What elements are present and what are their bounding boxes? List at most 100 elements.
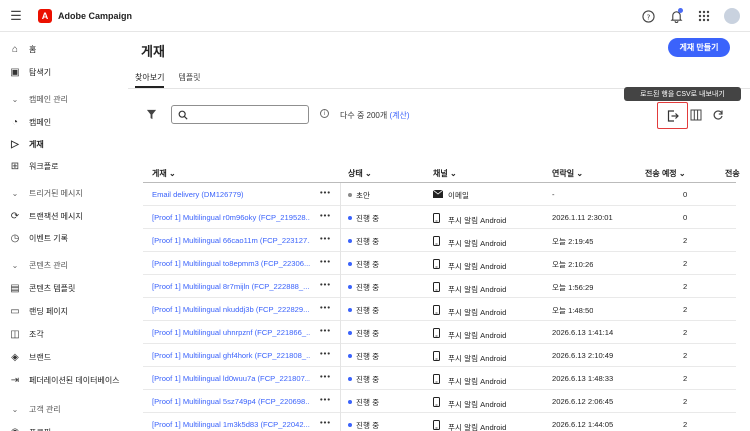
sidebar-item-label: 페더레이션된 데이터베이스 [29, 375, 120, 385]
sidebar-item-5[interactable]: ⊞ 워크플로 [0, 155, 128, 177]
table-row[interactable]: [Proof 1] Multilingual nkuddj3b (FCP_222… [143, 298, 736, 321]
delivery-name-link[interactable]: [Proof 1] Multilingual 5sz749p4 (FCP_220… [152, 397, 310, 406]
sidebar: ⌂ 홈 ▣ 탐색기 ⌄ 캠페인 관리 ◔ 캠페인 ▷ 게재 ⊞ 워크플로 ⌄ 트리거된 메시지 ⟳ 트랜잭션 … [0, 32, 128, 431]
table-row[interactable]: [Proof 1] Multilingual 5sz749p4 (FCP_220… [143, 390, 736, 413]
more-actions-icon[interactable]: ••• [320, 280, 331, 289]
sidebar-item-16[interactable]: ◉ 프로필 [0, 421, 128, 431]
search-input[interactable] [171, 105, 309, 124]
column-header-sent[interactable]: 전송 [725, 168, 740, 179]
more-actions-icon[interactable]: ••• [320, 188, 331, 197]
menu-icon[interactable]: ☰ [0, 0, 32, 32]
delivery-name-link[interactable]: [Proof 1] Multilingual uhnrpznf (FCP_221… [152, 328, 310, 337]
sidebar-item-9[interactable]: ⌄ 콘텐츠 관리 [0, 254, 128, 276]
sidebar-item-2[interactable]: ⌄ 캠페인 관리 [0, 88, 128, 110]
sidebar-item-label: 트랜잭션 메시지 [29, 211, 83, 221]
status-cell: 진행 중 [348, 305, 379, 316]
create-delivery-button[interactable]: 게재 만들기 [668, 38, 730, 57]
result-count-text: 다수 중 200개 [340, 111, 388, 120]
column-header-status[interactable]: 상태 ⌄ [348, 168, 372, 179]
column-header-delivery[interactable]: 게재 ⌄ [152, 168, 176, 179]
table-row[interactable]: [Proof 1] Multilingual 66cao11m (FCP_223… [143, 229, 736, 252]
help-icon[interactable]: ? [640, 8, 656, 24]
delivery-name-link[interactable]: Email delivery (DM126779) [152, 190, 310, 199]
delivery-name-link[interactable]: [Proof 1] Multilingual nkuddj3b (FCP_222… [152, 305, 310, 314]
avatar[interactable] [724, 8, 740, 24]
chevron-down-icon: ⌄ [11, 188, 19, 198]
column-header-contact-date[interactable]: 연락일 ⌄ [552, 168, 583, 179]
mobile-icon [433, 374, 444, 386]
delivery-icon: ▷ [11, 138, 19, 150]
table-row[interactable]: Email delivery (DM126779) ••• 초안 이메일 - 0 [143, 183, 736, 206]
table-row[interactable]: [Proof 1] Multilingual to8epmm3 (FCP_223… [143, 252, 736, 275]
brand[interactable]: A Adobe Campaign [38, 8, 132, 23]
delivery-name-link[interactable]: [Proof 1] Multilingual 1m3k5d83 (FCP_220… [152, 420, 310, 429]
column-header-to-send[interactable]: 전송 예정 ⌄ [645, 168, 686, 179]
more-actions-icon[interactable]: ••• [320, 303, 331, 312]
sidebar-item-10[interactable]: ▤ 콘텐츠 템플릿 [0, 277, 128, 299]
more-actions-icon[interactable]: ••• [320, 257, 331, 266]
refresh-icon[interactable] [712, 109, 724, 124]
column-header-channel[interactable]: 채널 ⌄ [433, 168, 457, 179]
more-actions-icon[interactable]: ••• [320, 234, 331, 243]
tab-templates[interactable]: 템플릿 [178, 72, 200, 88]
home-icon: ⌂ [11, 43, 19, 55]
sidebar-item-label: 캠페인 관리 [29, 94, 69, 104]
app-switcher-icon[interactable] [696, 8, 712, 24]
brand-icon: ◈ [11, 351, 19, 363]
top-bar: ☰ A Adobe Campaign ? [0, 0, 750, 32]
sidebar-item-13[interactable]: ◈ 브랜드 [0, 346, 128, 368]
tabs: 찾아보기 템플릿 [135, 72, 201, 88]
delivery-name-link[interactable]: [Proof 1] Multilingual 8r7mijln (FCP_222… [152, 282, 310, 291]
table-row[interactable]: [Proof 1] Multilingual r0m96oky (FCP_219… [143, 206, 736, 229]
sidebar-item-4[interactable]: ▷ 게재 [0, 133, 128, 155]
to-send-count: 2 [683, 305, 688, 314]
more-actions-icon[interactable]: ••• [320, 418, 331, 427]
delivery-name-link[interactable]: [Proof 1] Multilingual 66cao11m (FCP_223… [152, 236, 310, 245]
sidebar-item-11[interactable]: ▭ 랜딩 페이지 [0, 300, 128, 322]
table-row[interactable]: [Proof 1] Multilingual 8r7mijln (FCP_222… [143, 275, 736, 298]
table-row[interactable]: [Proof 1] Multilingual ghf4hork (FCP_221… [143, 344, 736, 367]
delivery-name-link[interactable]: [Proof 1] Multilingual ld0wuu7a (FCP_221… [152, 374, 310, 383]
sidebar-item-15[interactable]: ⌄ 고객 관리 [0, 398, 128, 420]
column-divider [340, 298, 341, 321]
column-divider [340, 229, 341, 252]
sidebar-item-label: 탐색기 [29, 67, 52, 77]
tab-browse[interactable]: 찾아보기 [135, 72, 165, 88]
delivery-name-link[interactable]: [Proof 1] Multilingual to8epmm3 (FCP_223… [152, 259, 310, 268]
mobile-icon [433, 259, 444, 271]
info-icon[interactable]: i [320, 109, 329, 118]
export-csv-button[interactable] [657, 102, 688, 129]
channel-label: 푸시 알림 Android [448, 216, 507, 225]
column-divider [340, 413, 341, 431]
more-actions-icon[interactable]: ••• [320, 326, 331, 335]
sidebar-item-0[interactable]: ⌂ 홈 [0, 38, 128, 60]
notification-bell-icon[interactable] [668, 8, 684, 24]
more-actions-icon[interactable]: ••• [320, 395, 331, 404]
more-actions-icon[interactable]: ••• [320, 349, 331, 358]
sidebar-item-12[interactable]: ◫ 조각 [0, 323, 128, 345]
delivery-name-link[interactable]: [Proof 1] Multilingual r0m96oky (FCP_219… [152, 213, 310, 222]
result-count: 다수 중 200개 (계산) [340, 110, 410, 121]
database-icon: ⇥ [10, 374, 20, 386]
more-actions-icon[interactable]: ••• [320, 211, 331, 220]
sidebar-item-8[interactable]: ◷ 이벤트 기록 [0, 227, 128, 249]
sidebar-item-14[interactable]: ⇥ 페더레이션된 데이터베이스 [0, 369, 128, 391]
status-cell: 진행 중 [348, 236, 379, 247]
channel-cell: 푸시 알림 Android [433, 374, 506, 387]
sidebar-item-1[interactable]: ▣ 탐색기 [0, 61, 128, 83]
status-dot [348, 193, 352, 197]
more-actions-icon[interactable]: ••• [320, 372, 331, 381]
delivery-name-link[interactable]: [Proof 1] Multilingual ghf4hork (FCP_221… [152, 351, 310, 360]
mobile-icon [433, 236, 444, 248]
sidebar-item-3[interactable]: ◔ 캠페인 [0, 111, 128, 133]
sidebar-item-7[interactable]: ⟳ 트랜잭션 메시지 [0, 205, 128, 227]
column-settings-icon[interactable] [690, 109, 702, 124]
sidebar-item-6[interactable]: ⌄ 트리거된 메시지 [0, 182, 128, 204]
table-row[interactable]: [Proof 1] Multilingual uhnrpznf (FCP_221… [143, 321, 736, 344]
table-row[interactable]: [Proof 1] Multilingual ld0wuu7a (FCP_221… [143, 367, 736, 390]
mobile-icon [433, 305, 444, 317]
table-row[interactable]: [Proof 1] Multilingual 1m3k5d83 (FCP_220… [143, 413, 736, 431]
sidebar-item-label: 게재 [29, 139, 44, 149]
compute-link[interactable]: (계산) [389, 111, 409, 120]
filter-icon[interactable] [146, 109, 157, 123]
